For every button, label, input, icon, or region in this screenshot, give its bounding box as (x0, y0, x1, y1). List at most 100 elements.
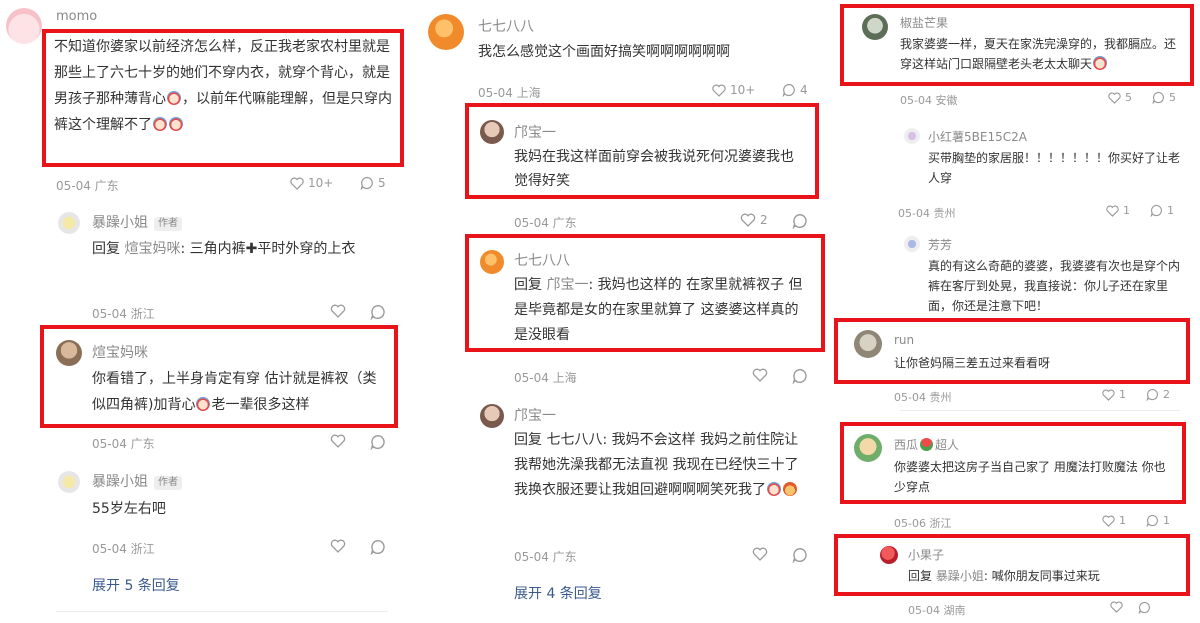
reply-meta: 05-04 贵州 (898, 207, 956, 220)
comment-bubble-icon (1152, 91, 1164, 104)
comment-bubble-icon (792, 214, 807, 229)
reply-username[interactable]: 暴躁小姐 作者 (92, 471, 182, 491)
like-button[interactable] (752, 368, 768, 382)
avatar[interactable] (480, 250, 504, 274)
heart-icon (330, 304, 346, 318)
mention-link[interactable]: 暴躁小姐 (936, 569, 984, 583)
comment-bubble-icon (782, 83, 795, 97)
reply-text-part: 平时外穿的上衣 (257, 241, 356, 257)
reply-username[interactable]: 邝宝一 (514, 122, 556, 142)
avatar[interactable] (6, 8, 42, 44)
reply-text: 我妈在我这样面前穿会被我说死何况婆婆我也觉得好笑 (514, 149, 794, 189)
reply-button[interactable]: 5 (360, 176, 386, 190)
avatar[interactable] (854, 434, 882, 462)
comment-bubble-icon (370, 305, 385, 320)
reply-button[interactable] (792, 213, 808, 229)
mention-link[interactable]: 邝宝一 (546, 277, 588, 293)
avatar[interactable] (854, 330, 882, 358)
comment-text: 你婆婆太把这房子当自己家了 用魔法打败魔法 你也少穿点 (894, 460, 1166, 494)
like-button[interactable]: 10+ (290, 176, 333, 190)
avatar[interactable] (880, 546, 898, 564)
clown-emoji-icon (767, 482, 781, 496)
clown-emoji-icon (196, 397, 211, 411)
comment-count: 5 (378, 176, 386, 190)
cool-emoji-icon (783, 482, 797, 496)
avatar[interactable] (58, 471, 80, 493)
avatar[interactable] (904, 236, 920, 252)
mention-link[interactable]: 煊宝妈咪 (124, 241, 180, 257)
heart-icon (330, 434, 346, 448)
heart-icon (1102, 514, 1115, 527)
comment-bubble-icon (1138, 601, 1150, 614)
like-button[interactable]: 2 (740, 213, 768, 227)
like-button[interactable]: 10+ (712, 83, 755, 97)
comment-username[interactable]: 西瓜 超人 (894, 436, 959, 453)
reply-text: 买带胸垫的家居服！！！！！！！你买好了让老人穿 (928, 151, 1181, 185)
avatar[interactable] (480, 120, 504, 144)
comment-meta: 05-04 广东 (56, 179, 119, 193)
reply-username[interactable]: 暴躁小姐 作者 (92, 212, 182, 232)
comment-bubble-icon (792, 548, 807, 563)
avatar[interactable] (480, 404, 504, 428)
reply-prefix: 回复 (908, 569, 936, 583)
like-count: 10+ (730, 83, 756, 97)
like-button[interactable] (330, 304, 346, 318)
like-button[interactable] (330, 539, 346, 553)
comment-username[interactable]: 七七八八 (478, 16, 534, 36)
reply-button[interactable]: 5 (1152, 91, 1176, 104)
reply-meta: 05-04 广东 (514, 550, 577, 564)
avatar[interactable] (904, 128, 920, 144)
reply-button[interactable]: 1 (1150, 204, 1174, 217)
comment-count: 1 (1167, 204, 1174, 217)
comment-text: 我怎么感觉这个画面好搞笑啊啊啊啊啊啊 (478, 44, 730, 60)
reply-text: 回复 暴躁小姐: 喊你朋友同事过来玩 (908, 566, 1178, 586)
reply-button[interactable] (792, 547, 808, 563)
like-button[interactable] (1110, 601, 1123, 613)
like-count: 1 (1119, 514, 1126, 527)
reply-button[interactable] (1138, 601, 1151, 614)
like-button[interactable]: 1 (1102, 388, 1126, 401)
reply-prefix: 回复 (514, 277, 547, 293)
like-button[interactable] (752, 547, 768, 561)
heart-icon (1110, 601, 1123, 613)
reply-meta: 05-04 上海 (514, 371, 577, 385)
expand-replies-link[interactable]: 展开 5 条回复 (92, 575, 180, 595)
reply-username[interactable]: 邝宝一 (514, 405, 556, 425)
heart-icon (290, 177, 304, 190)
reply-meta: 05-04 湖南 (908, 604, 966, 617)
comment-text-part: 我家婆婆一样，夏天在家洗完澡穿的，我都膈应。还穿这样站门口跟隔壁老头老太太聊天 (900, 37, 1177, 71)
avatar[interactable] (56, 340, 82, 366)
like-button[interactable]: 1 (1102, 514, 1126, 527)
reply-text: 回复 煊宝妈咪: 三角内裤✚平时外穿的上衣 (92, 236, 392, 262)
avatar[interactable] (58, 212, 80, 234)
reply-text-part: : 喊你朋友同事过来玩 (983, 569, 1100, 583)
reply-username[interactable]: 七七八八 (514, 250, 570, 270)
avatar[interactable] (428, 14, 464, 50)
reply-button[interactable] (370, 434, 386, 450)
avatar[interactable] (862, 14, 888, 40)
reply-username[interactable]: 小红薯5BE15C2A (928, 128, 1027, 145)
reply-button[interactable] (792, 368, 808, 384)
like-button[interactable] (330, 434, 346, 448)
divider (900, 410, 1180, 411)
reply-button[interactable] (370, 304, 386, 320)
reply-button[interactable]: 2 (1146, 388, 1170, 401)
comment-bubble-icon (1146, 514, 1158, 527)
reply-username[interactable]: 芳芳 (928, 236, 952, 253)
comment-bubble-icon (1150, 204, 1162, 217)
reply-username[interactable]: 小果子 (908, 546, 944, 563)
reply-button[interactable] (370, 539, 386, 555)
comment-username[interactable]: 椒盐芒果 (900, 14, 948, 31)
comment-username[interactable]: run (894, 333, 914, 347)
reply-button[interactable]: 1 (1146, 514, 1170, 527)
clown-emoji-icon (153, 117, 167, 131)
comment-username[interactable]: momo (56, 9, 97, 24)
comment-meta: 05-04 贵州 (894, 391, 952, 404)
comment-column-1: momo 不知道你婆家以前经济怎么样，反正我老家农村里就是那些上了六七十岁的她们… (0, 0, 404, 623)
reply-button[interactable]: 4 (782, 83, 808, 97)
like-button[interactable]: 5 (1108, 91, 1132, 104)
like-count: 1 (1123, 204, 1130, 217)
expand-replies-link[interactable]: 展开 4 条回复 (514, 583, 602, 603)
reply-username[interactable]: 煊宝妈咪 (92, 342, 148, 362)
like-button[interactable]: 1 (1106, 204, 1130, 217)
